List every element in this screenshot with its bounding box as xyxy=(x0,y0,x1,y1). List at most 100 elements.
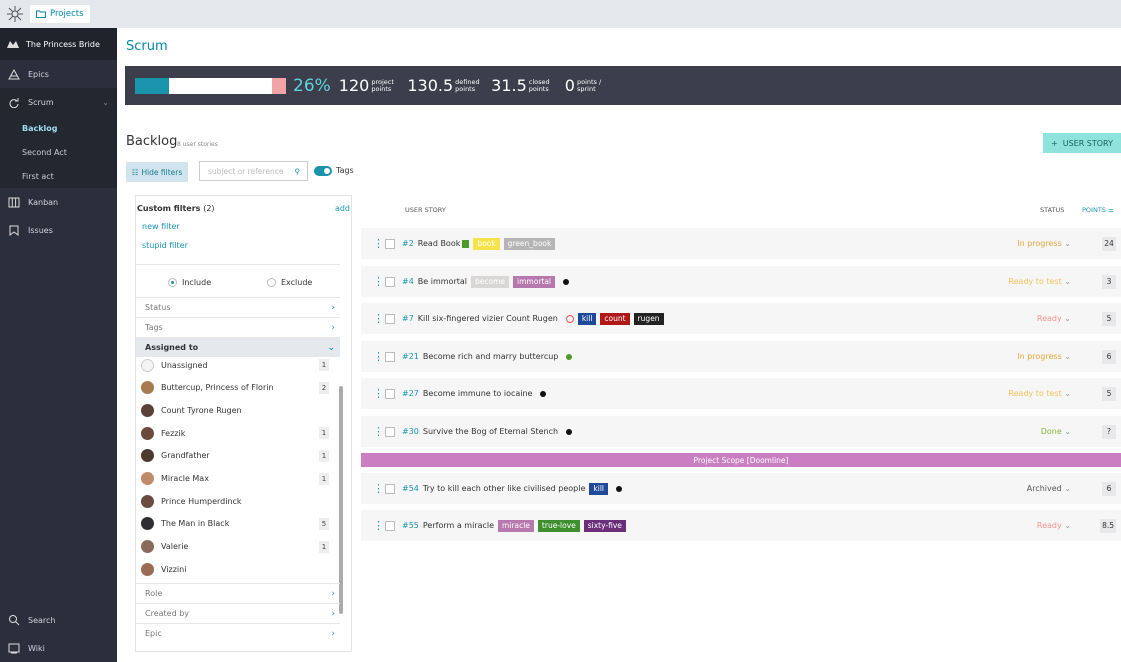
assignee-filter-item[interactable]: The Man in Black 5 xyxy=(136,513,333,535)
story-ref[interactable]: #27 xyxy=(402,389,419,398)
assignee-filter-item[interactable]: Count Tyrone Rugen xyxy=(136,399,333,421)
story-subject[interactable]: Try to kill each other like civilised pe… xyxy=(423,484,586,493)
exclude-radio[interactable]: Exclude xyxy=(267,278,312,287)
row-checkbox[interactable] xyxy=(385,483,395,494)
drag-handle-icon[interactable]: ⋮ xyxy=(373,237,384,250)
sprint-header[interactable]: Project Scope [Doomline] xyxy=(361,453,1121,467)
story-status-dropdown[interactable]: In progress ⌄ xyxy=(991,239,1071,248)
row-checkbox[interactable] xyxy=(385,238,395,249)
user-story-row[interactable]: ⋮ #7 Kill six-fingered vizier Count Rugen k… xyxy=(361,303,1121,334)
sidebar-item-wiki[interactable]: Wiki xyxy=(0,634,117,662)
user-story-row[interactable]: ⋮ #54 Try to kill each other like civilise… xyxy=(361,473,1121,504)
row-checkbox[interactable] xyxy=(385,276,395,287)
search-input[interactable]: subject or reference ⚲ xyxy=(199,161,308,181)
tags-toggle-label: Tags xyxy=(336,166,354,175)
assignee-filter-item[interactable]: Buttercup, Princess of Florin 2 xyxy=(136,377,333,399)
drag-handle-icon[interactable]: ⋮ xyxy=(373,387,384,400)
user-story-row[interactable]: ⋮ #27 Become immune to iocaine Ready to tes… xyxy=(361,378,1121,409)
story-status-dropdown[interactable]: Ready ⌄ xyxy=(991,521,1071,530)
sidebar-item-search[interactable]: Search xyxy=(0,606,117,634)
custom-filter-item[interactable]: new filter xyxy=(142,222,180,231)
include-radio[interactable]: Include xyxy=(168,278,211,287)
story-status-dropdown[interactable]: Ready ⌄ xyxy=(991,314,1071,323)
sidebar-item-issues[interactable]: Issues xyxy=(0,216,117,244)
projects-button[interactable]: Projects xyxy=(30,5,90,23)
story-points[interactable]: 3 xyxy=(1102,274,1116,289)
story-subject[interactable]: Perform a miracle xyxy=(423,521,494,530)
filter-category-role[interactable]: Role › xyxy=(136,583,340,603)
story-ref[interactable]: #21 xyxy=(402,352,419,361)
assignee-filter-item[interactable]: Prince Humperdinck xyxy=(136,490,333,512)
story-points[interactable]: 8.5 xyxy=(1100,518,1116,533)
drag-handle-icon[interactable]: ⋮ xyxy=(373,312,384,325)
story-ref[interactable]: #2 xyxy=(402,239,414,248)
row-checkbox[interactable] xyxy=(385,426,395,437)
story-status-dropdown[interactable]: Done ⌄ xyxy=(991,427,1071,436)
story-points[interactable]: 6 xyxy=(1102,349,1116,364)
sidebar-sub-first-act[interactable]: First act xyxy=(0,164,117,188)
taiga-logo-icon[interactable] xyxy=(6,5,24,23)
story-status-dropdown[interactable]: In progress ⌄ xyxy=(991,352,1071,361)
assignee-filter-item[interactable]: Miracle Max 1 xyxy=(136,468,333,490)
story-ref[interactable]: #4 xyxy=(402,277,414,286)
story-status-dropdown[interactable]: Ready to test ⌄ xyxy=(991,277,1071,286)
story-subject[interactable]: Become rich and marry buttercup xyxy=(423,352,559,361)
filter-category-status[interactable]: Status › xyxy=(136,297,340,317)
story-points[interactable]: ? xyxy=(1102,424,1116,439)
assignee-filter-item[interactable]: Grandfather 1 xyxy=(136,445,333,467)
hide-filters-button[interactable]: ☷ Hide filters xyxy=(126,162,188,182)
user-story-row[interactable]: ⋮ #2 Read Book book green_book In progress ⌄ 2… xyxy=(361,228,1121,259)
sidebar-item-kanban[interactable]: Kanban xyxy=(0,188,117,216)
user-story-row[interactable]: ⋮ #4 Be immortal become immortal Ready to tes… xyxy=(361,266,1121,297)
tags-toggle[interactable] xyxy=(314,166,332,176)
assignee-filter-item[interactable]: Fezzik 1 xyxy=(136,422,333,444)
chevron-down-icon[interactable]: ⌄ xyxy=(102,98,109,107)
user-story-row[interactable]: ⋮ #30 Survive the Bog of Eternal Stench Don… xyxy=(361,416,1121,447)
drag-handle-icon[interactable]: ⋮ xyxy=(373,350,384,363)
scrollbar[interactable] xyxy=(339,386,343,614)
row-checkbox[interactable] xyxy=(385,351,395,362)
story-ref[interactable]: #54 xyxy=(402,484,419,493)
assignee-filter-item[interactable]: Unassigned 1 xyxy=(136,354,333,376)
search-icon[interactable]: ⚲ xyxy=(295,167,301,176)
sidebar-item-epics[interactable]: Epics xyxy=(0,60,117,88)
story-ref[interactable]: #30 xyxy=(402,427,419,436)
story-subject[interactable]: Survive the Bog of Eternal Stench xyxy=(423,427,558,436)
story-ref[interactable]: #55 xyxy=(402,521,419,530)
drag-handle-icon[interactable]: ⋮ xyxy=(373,482,384,495)
drag-handle-icon[interactable]: ⋮ xyxy=(373,519,384,532)
row-checkbox[interactable] xyxy=(385,388,395,399)
story-tag: green_book xyxy=(503,237,556,250)
story-subject[interactable]: Kill six-fingered vizier Count Rugen xyxy=(418,314,558,323)
story-subject[interactable]: Read Book xyxy=(418,239,461,248)
sidebar-project[interactable]: The Princess Bride xyxy=(0,28,117,60)
story-points[interactable]: 5 xyxy=(1102,386,1116,401)
row-checkbox[interactable] xyxy=(385,520,395,531)
add-user-story-button[interactable]: + USER STORY xyxy=(1043,133,1121,153)
assignee-filter-item[interactable]: Valerie 1 xyxy=(136,536,333,558)
filter-category-tags[interactable]: Tags › xyxy=(136,317,340,337)
story-subject[interactable]: Become immune to iocaine xyxy=(423,389,533,398)
sidebar-sub-second-act[interactable]: Second Act xyxy=(0,140,117,164)
assignee-filter-item[interactable]: Vizzini xyxy=(136,558,333,580)
filter-category-created-by[interactable]: Created by › xyxy=(136,603,340,623)
user-story-row[interactable]: ⋮ #55 Perform a miracle miracle true-love six… xyxy=(361,510,1121,541)
story-points[interactable]: 24 xyxy=(1102,236,1116,251)
user-story-row[interactable]: ⋮ #21 Become rich and marry buttercup In pr… xyxy=(361,341,1121,372)
col-points[interactable]: POINTS ⚌ xyxy=(1082,206,1114,214)
drag-handle-icon[interactable]: ⋮ xyxy=(373,275,384,288)
add-custom-filter-link[interactable]: add xyxy=(335,204,350,213)
sidebar: The Princess Bride Epics Scrum ⌄ Backlog… xyxy=(0,28,117,662)
drag-handle-icon[interactable]: ⋮ xyxy=(373,425,384,438)
sidebar-item-scrum[interactable]: Scrum ⌄ xyxy=(0,88,117,116)
row-checkbox[interactable] xyxy=(385,313,395,324)
story-points[interactable]: 5 xyxy=(1102,311,1116,326)
story-status-dropdown[interactable]: Ready to test ⌄ xyxy=(991,389,1071,398)
story-ref[interactable]: #7 xyxy=(402,314,414,323)
story-points[interactable]: 6 xyxy=(1102,481,1116,496)
sidebar-sub-backlog[interactable]: Backlog xyxy=(0,116,117,140)
story-subject[interactable]: Be immortal xyxy=(418,277,467,286)
custom-filter-item[interactable]: stupid filter xyxy=(142,241,188,250)
story-status-dropdown[interactable]: Archived ⌄ xyxy=(991,484,1071,493)
filter-category-epic[interactable]: Epic › xyxy=(136,623,340,643)
